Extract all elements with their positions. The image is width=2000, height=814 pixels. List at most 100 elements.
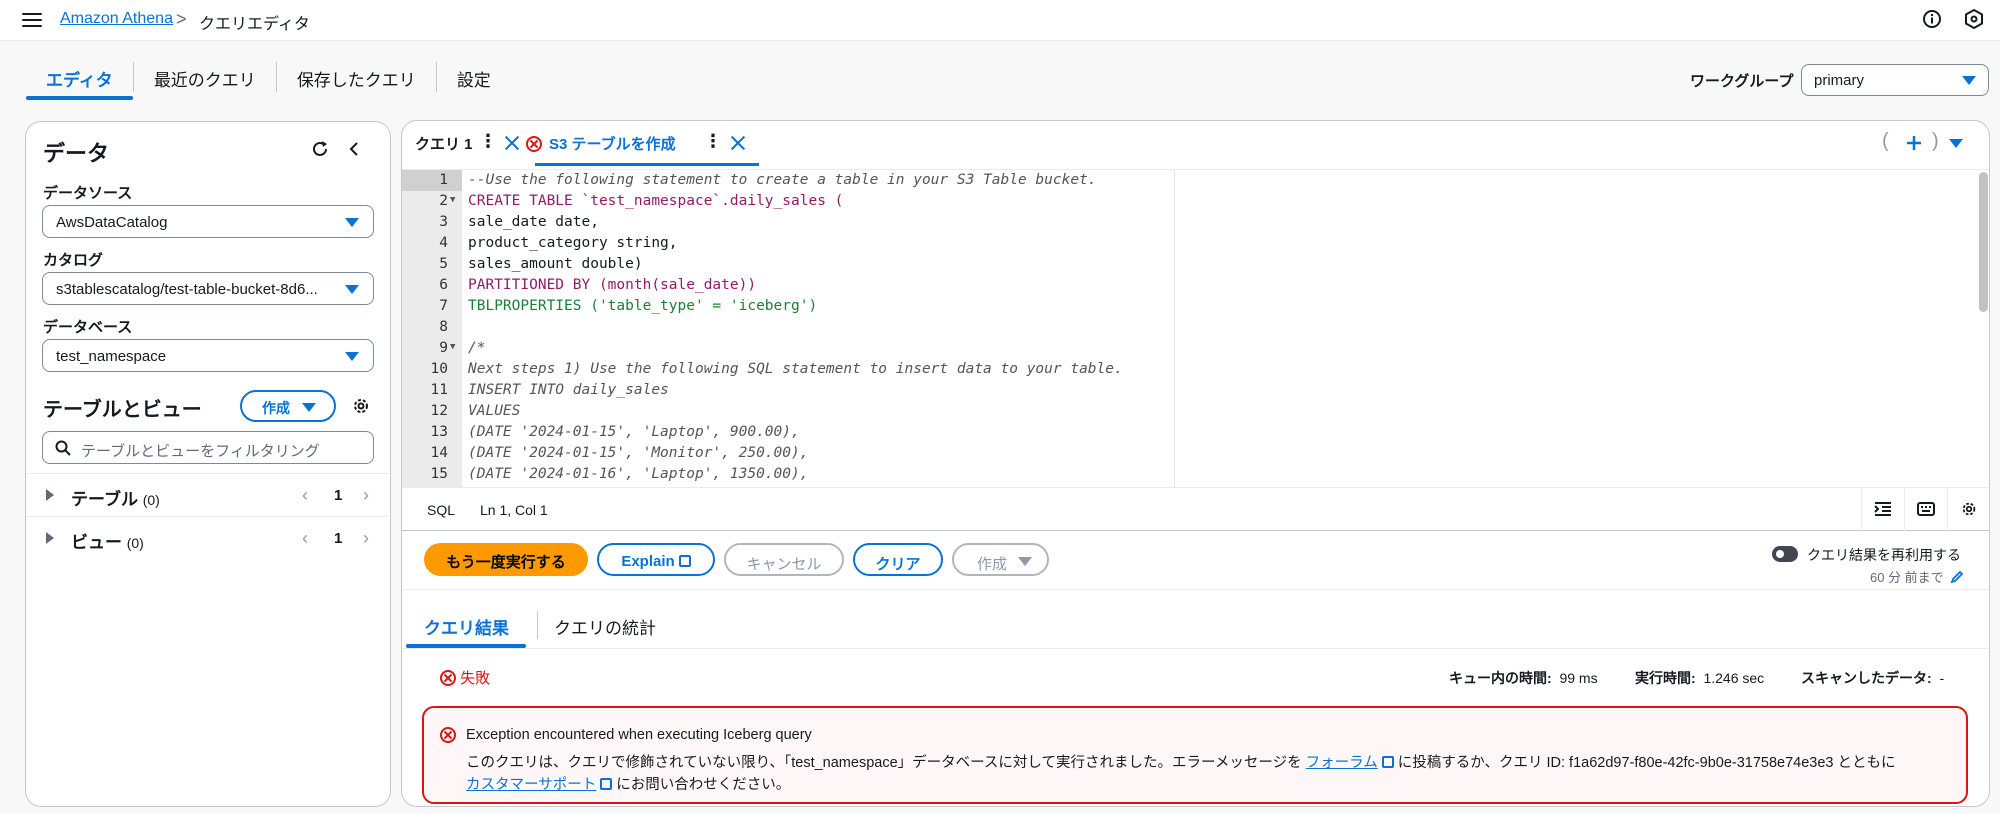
error-message-line-1: このクエリは、クエリで修飾されていない限り、「test_namespace」デー… xyxy=(466,755,1896,771)
edit-pencil-icon[interactable] xyxy=(1950,570,1964,584)
catalog-value: s3tablescatalog/test-table-bucket-8d6... xyxy=(56,281,318,298)
caret-down-icon xyxy=(345,285,359,294)
close-tab-icon[interactable] xyxy=(504,135,520,151)
breadcrumb-current: クエリエディタ xyxy=(199,16,310,33)
info-icon[interactable] xyxy=(1921,8,1943,30)
tree-count-views: (0) xyxy=(126,535,144,551)
reuse-results-duration[interactable]: 60 分 前まで xyxy=(1870,567,1964,586)
tab-menu-caret-icon[interactable] xyxy=(1949,139,1963,148)
caret-down-icon xyxy=(1018,557,1032,566)
sql-code-editor[interactable]: 1 --Use the following statement to create… xyxy=(402,169,1989,487)
tree-label-tables: テーブル xyxy=(71,490,138,509)
create-dropdown-button[interactable]: 作成 xyxy=(952,543,1049,576)
tab-options-icon[interactable]: ⋮ xyxy=(704,131,722,152)
create-dropdown-label: 作成 xyxy=(977,556,1008,573)
query-status-text: 失敗 xyxy=(460,670,491,687)
code-line: 9 ▼/* xyxy=(439,340,486,356)
tab-settings[interactable]: 設定 xyxy=(437,56,511,100)
query-status-failed: 失敗 xyxy=(440,667,490,688)
tab-saved-queries[interactable]: 保存したクエリ xyxy=(277,56,436,100)
error-title: Exception encountered when executing Ice… xyxy=(466,727,812,743)
database-value: test_namespace xyxy=(56,348,167,365)
breadcrumb-home-link[interactable]: Amazon Athena xyxy=(60,10,173,28)
page-number[interactable]: 1 xyxy=(334,487,342,504)
filter-placeholder: テーブルとビューをフィルタリング xyxy=(81,443,320,460)
code-line: 10 Next steps 1) Use the following SQL st… xyxy=(430,361,1123,377)
workgroup-select[interactable]: primary xyxy=(1801,64,1989,96)
expand-icon[interactable] xyxy=(46,489,54,501)
clear-button[interactable]: クリア xyxy=(853,543,943,576)
reuse-results-label: クエリ結果を再利用する xyxy=(1807,547,1961,563)
table-filter-input[interactable]: テーブルとビューをフィルタリング xyxy=(42,431,374,464)
editor-scrollbar[interactable] xyxy=(1979,172,1988,312)
active-tab-indicator xyxy=(535,163,759,166)
menu-icon[interactable] xyxy=(22,10,42,30)
prev-page-icon[interactable]: ‹ xyxy=(302,528,308,549)
editor-tab-create-s3-table[interactable]: S3 テーブルを作成 xyxy=(549,133,676,154)
code-line: 3 sale_date date, xyxy=(439,214,599,230)
gear-icon[interactable] xyxy=(351,396,371,416)
expand-icon[interactable] xyxy=(46,532,54,544)
explain-label: Explain xyxy=(621,553,675,570)
main-tabs: エディタ 最近のクエリ 保存したクエリ 設定 xyxy=(26,56,511,100)
tab-query-stats[interactable]: クエリの統計 xyxy=(554,614,656,639)
create-button[interactable]: 作成 xyxy=(240,390,336,422)
error-message-line-2: カスタマーサポート にお問い合わせください。 xyxy=(466,777,791,793)
search-icon xyxy=(55,440,71,456)
code-line: 4 product_category string, xyxy=(439,235,678,251)
tab-recent-queries[interactable]: 最近のクエリ xyxy=(134,56,276,100)
error-alert: Exception encountered when executing Ice… xyxy=(422,706,1968,804)
workgroup-value: primary xyxy=(1814,72,1865,89)
catalog-select[interactable]: s3tablescatalog/test-table-bucket-8d6... xyxy=(42,272,374,305)
breadcrumb-separator: > xyxy=(176,9,187,29)
tables-views-title: テーブルとビュー xyxy=(43,399,202,421)
caret-down-icon xyxy=(345,218,359,227)
refresh-icon[interactable] xyxy=(310,139,330,159)
external-link-icon xyxy=(678,555,691,567)
settings-hex-icon[interactable] xyxy=(1963,8,1985,30)
tab-bracket-left: ( xyxy=(1882,130,1889,152)
format-icon[interactable] xyxy=(1861,488,1904,531)
status-language: SQL xyxy=(427,502,456,518)
execution-time: 実行時間: 1.246 sec xyxy=(1635,670,1765,686)
create-button-label: 作成 xyxy=(262,400,290,416)
add-tab-icon[interactable] xyxy=(1906,135,1922,151)
customer-support-link[interactable]: カスタマーサポート xyxy=(466,777,596,793)
tab-bracket-right: ) xyxy=(1932,130,1939,152)
editor-tab-query-1[interactable]: クエリ 1 xyxy=(415,133,473,154)
next-page-icon[interactable]: › xyxy=(363,485,369,506)
results-tabs-bottom-border xyxy=(402,648,1989,649)
collapse-panel-icon[interactable] xyxy=(346,140,364,158)
caret-down-icon xyxy=(302,403,316,412)
datasource-select[interactable]: AwsDataCatalog xyxy=(42,205,374,238)
page-number[interactable]: 1 xyxy=(334,530,342,547)
tree-row-tables[interactable]: テーブル (0) ‹ 1 › xyxy=(26,473,392,516)
reuse-results-toggle[interactable] xyxy=(1772,546,1798,562)
tab-editor[interactable]: エディタ xyxy=(26,56,133,100)
catalog-label: カタログ xyxy=(43,252,104,269)
caret-down-icon xyxy=(1962,76,1976,85)
keyboard-icon[interactable] xyxy=(1904,488,1947,531)
external-link-icon xyxy=(600,778,613,790)
workgroup-label: ワークグループ xyxy=(1690,73,1794,90)
editor-settings-gear-icon[interactable] xyxy=(1947,488,1989,531)
tab-options-icon[interactable]: ⋮ xyxy=(479,131,497,152)
caret-down-icon xyxy=(345,352,359,361)
tab-query-results[interactable]: クエリ結果 xyxy=(424,614,509,639)
data-panel-title: データ xyxy=(43,141,110,166)
code-line: 6 PARTITIONED BY (month(sale_date)) xyxy=(439,277,757,293)
run-again-button[interactable]: もう一度実行する xyxy=(424,543,588,576)
error-icon xyxy=(526,136,542,152)
tree-row-views[interactable]: ビュー (0) ‹ 1 › xyxy=(26,516,392,559)
prev-page-icon[interactable]: ‹ xyxy=(302,485,308,506)
forum-link[interactable]: フォーラム xyxy=(1306,755,1378,771)
cancel-button[interactable]: キャンセル xyxy=(724,543,844,576)
external-link-icon xyxy=(1381,756,1394,768)
code-line: 7 TBLPROPERTIES ('table_type' = 'iceberg'… xyxy=(439,298,818,314)
code-line: 1 --Use the following statement to create… xyxy=(439,172,1097,188)
explain-button[interactable]: Explain xyxy=(597,543,715,576)
close-tab-icon[interactable] xyxy=(730,135,746,151)
database-select[interactable]: test_namespace xyxy=(42,339,374,372)
next-page-icon[interactable]: › xyxy=(363,528,369,549)
results-divider xyxy=(402,589,1989,590)
